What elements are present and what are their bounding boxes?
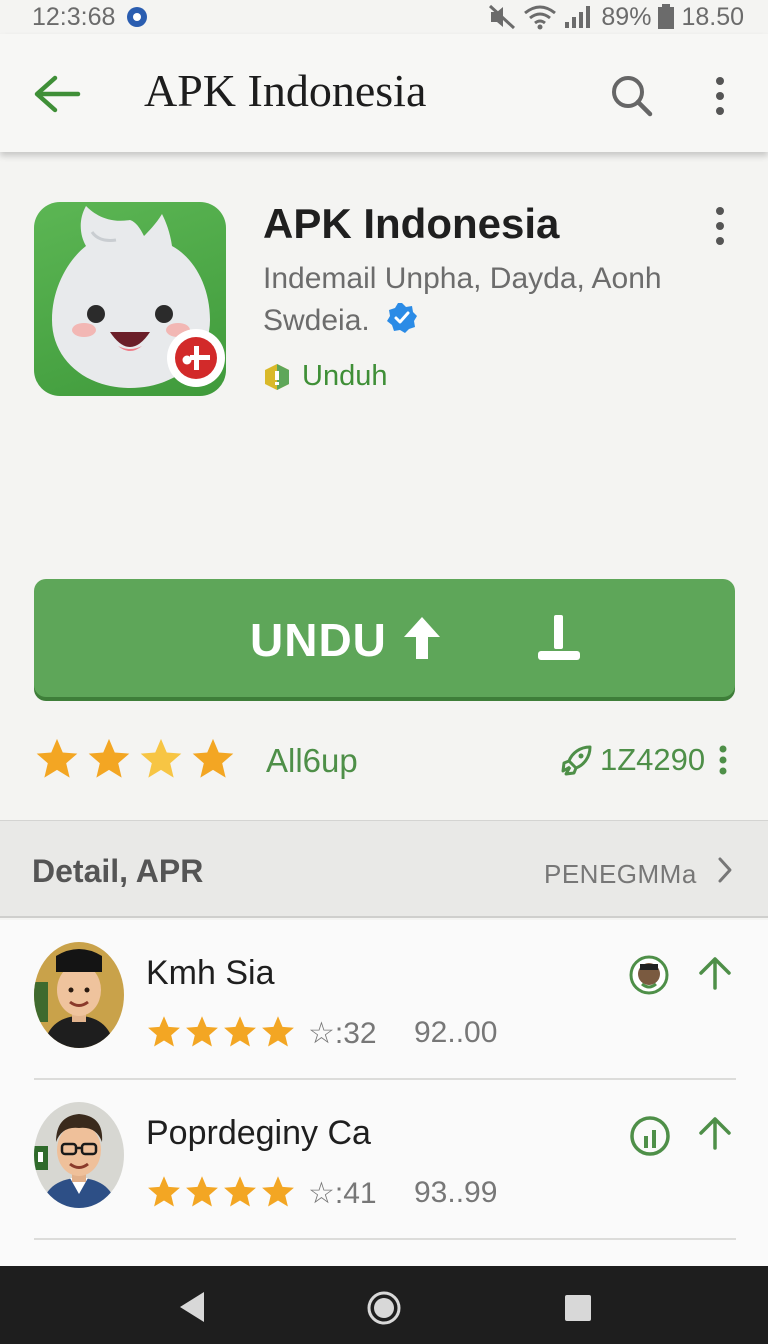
star-icon <box>262 1016 294 1047</box>
star-icon <box>148 1016 180 1047</box>
item-rating-count: ☆:32 <box>308 1017 377 1050</box>
star-icon <box>224 1176 256 1207</box>
list-item[interactable]: Kmh Sia ☆:32 92..00 <box>0 920 768 1080</box>
nav-recent-icon[interactable] <box>564 1294 592 1322</box>
item-price: 92..00 <box>414 1016 498 1049</box>
chart-badge-icon[interactable] <box>628 1114 672 1158</box>
download-icon <box>538 615 580 660</box>
signal-icon <box>565 6 591 28</box>
red-badge-icon <box>167 329 225 387</box>
status-clock: 18.50 <box>681 2 744 31</box>
battery-icon <box>658 4 675 29</box>
download-button[interactable]: UNDU <box>34 579 735 697</box>
back-button[interactable] <box>32 72 82 116</box>
back-arrow-icon <box>34 75 81 113</box>
item-price: 93..99 <box>414 1176 498 1209</box>
nav-home-icon[interactable] <box>366 1290 402 1326</box>
app-list: Kmh Sia ☆:32 92..00 Poprdeginy Ca ☆:41 9… <box>0 920 768 1266</box>
rating-stars <box>34 736 236 782</box>
detail-link[interactable]: PENEGMMa <box>544 859 697 890</box>
wifi-icon <box>524 5 557 30</box>
app-name: APK Indonesia <box>263 200 560 247</box>
app-more-button[interactable] <box>706 204 734 248</box>
upload-arrow-icon <box>404 617 440 659</box>
detail-title: Detail, APR <box>32 853 204 889</box>
rating-text: All6up <box>266 742 358 779</box>
star-icon <box>148 1176 180 1207</box>
more-icon <box>719 745 727 775</box>
star-icon <box>88 738 130 778</box>
chevron-right-icon <box>718 857 732 883</box>
star-icon <box>140 738 182 778</box>
profile-badge-icon[interactable] <box>628 954 670 996</box>
status-time: 12:3:68 <box>32 2 116 31</box>
overflow-menu-button[interactable] <box>706 72 734 120</box>
upload-arrow-icon[interactable] <box>696 1114 734 1152</box>
more-icon <box>716 77 724 115</box>
item-stars <box>146 1014 296 1050</box>
item-name: Poprdeginy Ca <box>146 1114 371 1152</box>
unduh-label: Unduh <box>302 360 388 392</box>
app-icon <box>34 202 226 396</box>
item-stars <box>146 1174 296 1210</box>
item-rating-count: ☆:41 <box>308 1177 377 1210</box>
download-button-label: UNDU <box>250 614 387 666</box>
star-icon <box>36 738 78 778</box>
developer-line-1: Indemail Unpha, Dayda, Aonh <box>263 262 662 295</box>
star-icon <box>192 738 234 778</box>
rocket-icon <box>561 745 592 776</box>
rating-row: All6up 1Z4290 <box>34 734 734 788</box>
avatar-man-glasses-icon <box>34 1102 124 1208</box>
list-item[interactable]: Poprdeginy Ca ☆:41 93..99 <box>0 1080 768 1240</box>
detail-section-header[interactable]: Detail, APR PENEGMMa <box>0 820 768 918</box>
star-icon <box>224 1016 256 1047</box>
search-icon <box>612 76 653 117</box>
battery-percent: 89% <box>601 2 652 31</box>
system-nav-bar <box>0 1266 768 1344</box>
item-name: Kmh Sia <box>146 954 275 992</box>
mute-icon <box>489 4 516 30</box>
verified-icon <box>387 303 418 333</box>
star-icon <box>262 1176 294 1207</box>
shield-icon <box>265 363 289 390</box>
developer-line-2: Swdeia. <box>263 304 370 337</box>
more-icon <box>716 207 724 245</box>
search-button[interactable] <box>608 72 656 120</box>
star-icon <box>186 1176 218 1207</box>
divider <box>34 1238 736 1240</box>
status-bar: 12:3:68 89% 18.50 <box>0 0 768 34</box>
avatar <box>34 1102 124 1208</box>
developer-info: Indemail Unpha, Dayda, Aonh Swdeia. <box>263 258 713 342</box>
avatar <box>34 942 124 1048</box>
unduh-tag: Unduh <box>262 360 387 393</box>
app-bar: APK Indonesia <box>0 34 768 152</box>
avatar-man-cap-icon <box>34 942 124 1048</box>
star-icon <box>186 1016 218 1047</box>
notification-icon <box>127 7 148 27</box>
app-bar-title: APK Indonesia <box>144 65 427 116</box>
upload-arrow-icon[interactable] <box>696 954 734 992</box>
downloads-count[interactable]: 1Z4290 <box>560 742 729 778</box>
nav-back-icon[interactable] <box>176 1290 206 1324</box>
downloads-value: 1Z4290 <box>600 742 706 777</box>
